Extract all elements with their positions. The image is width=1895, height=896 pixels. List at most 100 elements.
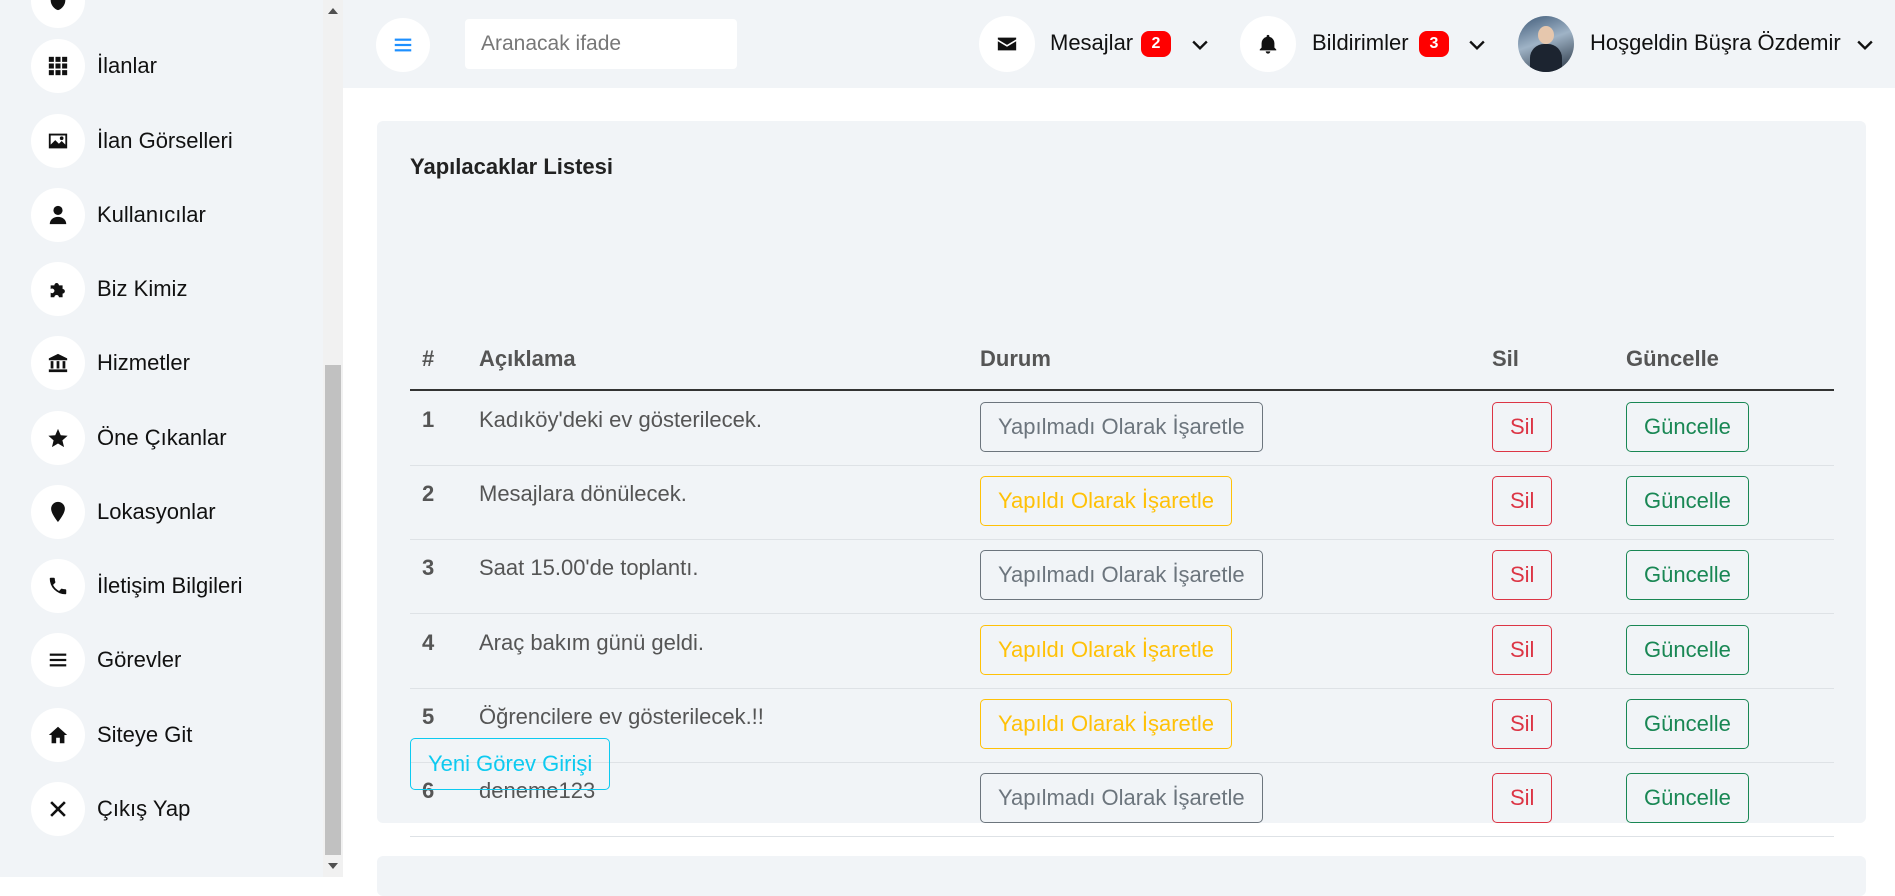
notifications-label[interactable]: Bildirimler [1312, 30, 1409, 56]
table-row: 5 Öğrencilere ev gösterilecek.!! Yapıldı… [410, 688, 1834, 763]
map-pin-icon [31, 485, 85, 539]
mark-not-done-button[interactable]: Yapılmadı Olarak İşaretle [980, 402, 1263, 452]
row-number: 5 [422, 704, 435, 729]
image-icon [31, 114, 85, 168]
scroll-thumb[interactable] [325, 365, 341, 855]
welcome-user-label[interactable]: Hoşgeldin Büşra Özdemir [1590, 30, 1841, 56]
sidebar-item-label: Kullanıcılar [97, 202, 206, 227]
mark-done-button[interactable]: Yapıldı Olarak İşaretle [980, 476, 1233, 526]
sidebar-item-label: İlanlar [97, 53, 157, 78]
row-description: Araç bakım günü geldi. [479, 630, 705, 655]
row-description: Öğrencilere ev gösterilecek.!! [479, 704, 764, 729]
sidebar-item-label: Biz Kimiz [97, 276, 188, 301]
sidebar-item-label: Siteye Git [97, 722, 193, 747]
chevron-down-icon[interactable] [1857, 36, 1873, 57]
row-number: 4 [422, 630, 435, 655]
messages-label[interactable]: Mesajlar [1050, 30, 1133, 56]
sidebar-item-lokasyonlar[interactable]: Lokasyonlar [31, 483, 216, 541]
menu-toggle-button[interactable] [376, 18, 430, 72]
messages-button[interactable] [979, 16, 1035, 72]
column-header-description: Açıklama [479, 346, 576, 371]
sidebar-item-iletisim-bilgileri[interactable]: İletişim Bilgileri [31, 557, 242, 615]
sidebar-item-ilanlar[interactable]: İlanlar [31, 37, 157, 95]
bell-icon [1259, 34, 1277, 54]
phone-icon [31, 559, 85, 613]
column-header-update: Güncelle [1626, 346, 1719, 371]
close-icon [31, 782, 85, 836]
column-header-delete: Sil [1492, 346, 1519, 371]
scroll-up-arrow[interactable] [328, 8, 338, 14]
star-icon [31, 411, 85, 465]
sidebar-item-label: İlan Görselleri [97, 128, 233, 153]
table-row: 6 deneme123 Yapılmadı Olarak İşaretle Si… [410, 762, 1834, 837]
sidebar-scrollbar[interactable] [323, 0, 343, 877]
delete-button[interactable]: Sil [1492, 402, 1553, 452]
row-number: 1 [422, 407, 435, 432]
table-row: 3 Saat 15.00'de toplantı. Yapılmadı Olar… [410, 539, 1834, 614]
mark-not-done-button[interactable]: Yapılmadı Olarak İşaretle [980, 550, 1263, 600]
mark-done-button[interactable]: Yapıldı Olarak İşaretle [980, 625, 1233, 675]
chevron-down-icon[interactable] [1192, 36, 1208, 57]
bars-icon [31, 633, 85, 687]
table-row: 2 Mesajlara dönülecek. Yapıldı Olarak İş… [410, 465, 1834, 540]
sidebar-item-ilan-gorselleri[interactable]: İlan Görselleri [31, 112, 233, 170]
table-header: # Açıklama Durum Sil Güncelle [410, 336, 1834, 391]
sidebar-item-label: Öne Çıkanlar [97, 425, 227, 450]
delete-button[interactable]: Sil [1492, 550, 1553, 600]
sidebar-item-label: Hizmetler [97, 350, 190, 375]
update-button[interactable]: Güncelle [1626, 699, 1749, 749]
home-icon [31, 708, 85, 762]
sidebar-item-label: İletişim Bilgileri [97, 573, 243, 598]
table-row: 4 Araç bakım günü geldi. Yapıldı Olarak … [410, 614, 1834, 689]
notifications-button[interactable] [1240, 16, 1296, 72]
row-description: Kadıköy'deki ev gösterilecek. [479, 407, 763, 432]
sidebar-item-previous[interactable] [31, 0, 85, 30]
sidebar-item-hizmetler[interactable]: Hizmetler [31, 334, 190, 392]
sidebar-item-kullanicilar[interactable]: Kullanıcılar [31, 186, 206, 244]
column-header-status: Durum [980, 346, 1051, 371]
grid-icon [31, 39, 85, 93]
mark-not-done-button[interactable]: Yapılmadı Olarak İşaretle [980, 773, 1263, 823]
sidebar-item-cikis-yap[interactable]: Çıkış Yap [31, 780, 190, 838]
row-description: Saat 15.00'de toplantı. [479, 555, 699, 580]
update-button[interactable]: Güncelle [1626, 773, 1749, 823]
row-description: Mesajlara dönülecek. [479, 481, 687, 506]
column-header-num: # [422, 346, 435, 371]
update-button[interactable]: Güncelle [1626, 476, 1749, 526]
shield-icon [31, 0, 85, 28]
hamburger-icon [394, 38, 412, 52]
chevron-down-icon[interactable] [1469, 36, 1485, 57]
row-number: 2 [422, 481, 435, 506]
avatar[interactable] [1518, 16, 1574, 72]
delete-button[interactable]: Sil [1492, 476, 1553, 526]
sidebar-item-label: Çıkış Yap [97, 796, 191, 821]
todo-panel: Yapılacaklar Listesi # Açıklama Durum Si… [377, 121, 1866, 837]
sidebar-item-siteye-git[interactable]: Siteye Git [31, 706, 192, 764]
update-button[interactable]: Güncelle [1626, 550, 1749, 600]
bank-icon [31, 336, 85, 390]
new-task-button[interactable]: Yeni Görev Girişi [410, 738, 611, 790]
search-input[interactable] [465, 19, 737, 69]
topbar: Mesajlar 2 Bildirimler 3 Hoşgeldin Büşra… [343, 0, 1895, 88]
row-number: 3 [422, 555, 435, 580]
sidebar-item-gorevler[interactable]: Görevler [31, 631, 181, 689]
sidebar-item-one-cikanlar[interactable]: Öne Çıkanlar [31, 409, 227, 467]
update-button[interactable]: Güncelle [1626, 402, 1749, 452]
next-panel [377, 856, 1866, 896]
sidebar-item-biz-kimiz[interactable]: Biz Kimiz [31, 260, 187, 318]
envelope-icon [997, 37, 1017, 51]
sidebar: İlanlar İlan Görselleri Kullanıcılar Biz… [0, 0, 323, 877]
delete-button[interactable]: Sil [1492, 625, 1553, 675]
notifications-count-badge: 3 [1419, 31, 1449, 57]
delete-button[interactable]: Sil [1492, 699, 1553, 749]
mark-done-button[interactable]: Yapıldı Olarak İşaretle [980, 699, 1233, 749]
sidebar-item-label: Görevler [97, 647, 182, 672]
update-button[interactable]: Güncelle [1626, 625, 1749, 675]
table-row: 1 Kadıköy'deki ev gösterilecek. Yapılmad… [410, 391, 1834, 466]
delete-button[interactable]: Sil [1492, 773, 1553, 823]
page-title: Yapılacaklar Listesi [410, 154, 614, 179]
sidebar-item-label: Lokasyonlar [97, 499, 216, 524]
scroll-down-arrow[interactable] [328, 863, 338, 869]
puzzle-icon [31, 262, 85, 316]
messages-count-badge: 2 [1141, 31, 1171, 57]
